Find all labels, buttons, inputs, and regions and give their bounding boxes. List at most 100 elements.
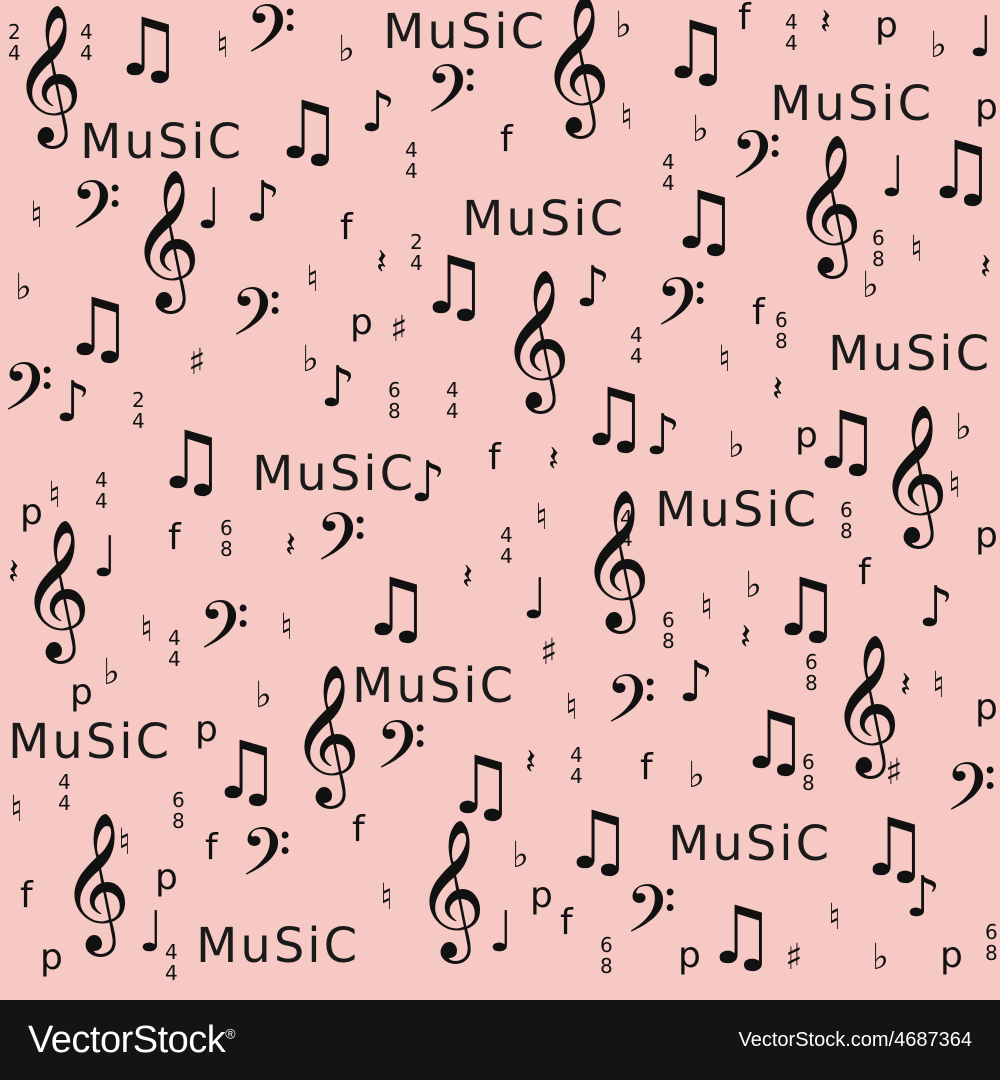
beamed-notes-icon: ♫ (272, 84, 344, 177)
forte-marking: f (352, 809, 365, 850)
forte-marking: f (640, 747, 653, 788)
rest-icon: 𝄽 (820, 2, 832, 43)
beamed-notes-icon: ♫ (810, 394, 882, 487)
bass-clef-icon: 𝄢 (240, 814, 292, 907)
bass-clef-icon: 𝄢 (198, 587, 250, 680)
time-signature: 68 (775, 310, 788, 352)
time-signature-bottom: 8 (662, 629, 675, 653)
natural-icon: ♮ (10, 789, 23, 830)
time-signature: 24 (132, 390, 145, 432)
beamed-notes-icon: ♫ (738, 694, 810, 787)
piano-marking: p (975, 515, 998, 556)
time-signature: 44 (405, 140, 418, 182)
natural-icon: ♮ (380, 877, 393, 918)
time-signature-bottom: 4 (446, 399, 459, 423)
piano-marking: p (530, 875, 553, 916)
sharp-icon: ♯ (785, 937, 803, 978)
music-word: MuSiC (352, 658, 517, 714)
natural-icon: ♮ (30, 195, 43, 236)
time-signature-top: 4 (662, 150, 675, 174)
flat-icon: ♭ (688, 755, 705, 796)
bass-clef-icon: 𝄢 (625, 871, 677, 964)
eighth-note-icon: ♪ (645, 403, 681, 468)
bass-clef-icon: 𝄢 (70, 167, 122, 260)
time-signature-top: 2 (132, 388, 145, 412)
piano-marking: p (678, 935, 701, 976)
sharp-icon: ♯ (885, 752, 903, 793)
time-signature-bottom: 8 (805, 671, 818, 695)
natural-icon: ♮ (306, 259, 319, 300)
forte-marking: f (858, 552, 871, 593)
rest-icon: 𝄽 (900, 665, 912, 706)
beamed-notes-icon: ♫ (562, 794, 634, 887)
time-signature-bottom: 8 (840, 519, 853, 543)
time-signature-top: 6 (872, 226, 885, 250)
music-pattern-canvas: MuSiC MuSiC MuSiC MuSiC MuSiC MuSiC MuSi… (0, 0, 1000, 1000)
eighth-note-icon: ♪ (360, 80, 396, 145)
beamed-notes-icon: ♫ (578, 371, 650, 464)
flat-icon: ♭ (615, 5, 632, 46)
flat-icon: ♭ (103, 652, 120, 693)
quarter-note-icon: ♩ (968, 5, 995, 70)
time-signature: 44 (168, 628, 181, 670)
time-signature-top: 4 (785, 10, 798, 34)
time-signature: 44 (58, 772, 71, 814)
natural-icon: ♮ (932, 665, 945, 706)
beamed-notes-icon: ♫ (445, 739, 517, 832)
bass-clef-icon: 𝄢 (605, 661, 657, 754)
flat-icon: ♭ (955, 407, 972, 448)
time-signature: 68 (172, 790, 185, 832)
natural-icon: ♮ (216, 25, 229, 66)
flat-icon: ♭ (338, 29, 355, 70)
time-signature: 44 (662, 152, 675, 194)
watermark-footer: VectorStock® VectorStock.com/4687364 (0, 1000, 1000, 1080)
time-signature-bottom: 4 (500, 544, 513, 568)
piano-marking: p (940, 935, 963, 976)
beamed-notes-icon: ♫ (705, 889, 777, 982)
time-signature-bottom: 4 (80, 41, 93, 65)
time-signature: 44 (446, 380, 459, 422)
rest-icon: 𝄽 (548, 439, 560, 480)
image-id-label: VectorStock.com/4687364 (738, 1028, 972, 1051)
music-word: MuSiC (655, 482, 820, 538)
time-signature-top: 4 (500, 523, 513, 547)
rest-icon: 𝄽 (462, 557, 474, 598)
piano-marking: p (875, 5, 898, 46)
treble-clef-icon: 𝄞 (540, 0, 611, 133)
time-signature-bottom: 8 (600, 954, 613, 978)
time-signature-bottom: 4 (168, 647, 181, 671)
time-signature-top: 4 (165, 940, 178, 964)
piano-marking: p (40, 937, 63, 978)
natural-icon: ♮ (565, 687, 578, 728)
beamed-notes-icon: ♫ (925, 124, 997, 217)
time-signature-top: 6 (600, 933, 613, 957)
time-signature-top: 6 (802, 750, 815, 774)
piano-marking: p (795, 415, 818, 456)
forte-marking: f (205, 827, 218, 868)
music-word: MuSiC (462, 191, 627, 247)
time-signature: 44 (785, 12, 798, 54)
time-signature-bottom: 4 (410, 251, 423, 275)
eighth-note-icon: ♪ (320, 355, 356, 420)
beamed-notes-icon: ♫ (360, 561, 432, 654)
time-signature: 68 (600, 935, 613, 977)
music-word: MuSiC (252, 446, 417, 502)
music-word: MuSiC (80, 114, 245, 170)
time-signature-top: 6 (805, 650, 818, 674)
time-signature-bottom: 4 (662, 171, 675, 195)
treble-clef-icon: 𝄞 (580, 489, 651, 628)
natural-icon: ♮ (48, 475, 61, 516)
vectorstock-logo: VectorStock® (28, 1019, 236, 1062)
natural-icon: ♮ (620, 97, 633, 138)
piano-marking: p (20, 492, 43, 533)
quarter-note-icon: ♩ (196, 177, 223, 242)
bass-clef-icon: 𝄢 (945, 749, 997, 842)
natural-icon: ♮ (828, 897, 841, 938)
beamed-notes-icon: ♫ (668, 174, 740, 267)
time-signature-top: 6 (172, 788, 185, 812)
bass-clef-icon: 𝄢 (230, 274, 282, 367)
time-signature: 68 (662, 610, 675, 652)
time-signature-top: 4 (446, 378, 459, 402)
time-signature: 68 (840, 500, 853, 542)
treble-clef-icon: 𝄞 (500, 269, 571, 408)
